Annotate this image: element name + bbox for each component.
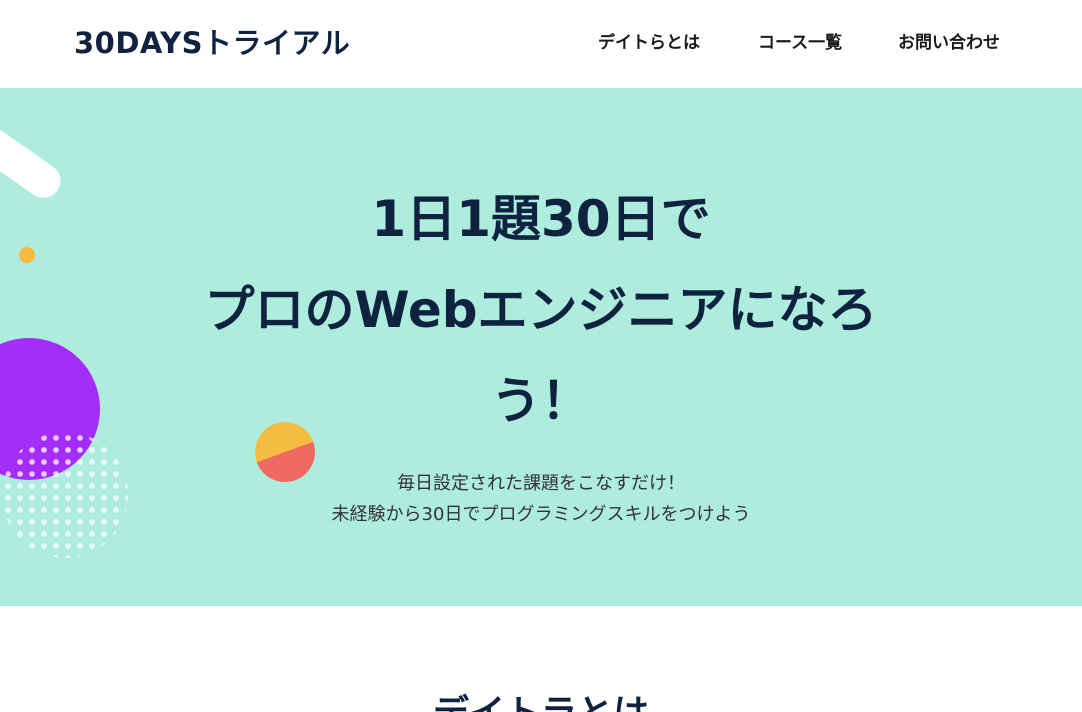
decor-dot-pattern	[2, 432, 128, 558]
decor-white-pill	[0, 121, 68, 205]
hero-title-line: う！	[491, 372, 591, 430]
decor-yellow-dot	[19, 247, 35, 263]
site-logo[interactable]: 30DAYSトライアル	[74, 20, 350, 62]
hero-title-line: プロのWebエンジニアになろ	[204, 281, 878, 339]
site-header: 30DAYSトライアル デイトらとは コース一覧 お問い合わせ	[0, 0, 1082, 88]
hero-subtitle-line: 未経験から30日でプログラミングスキルをつけよう	[331, 504, 751, 525]
hero-subtitle: 毎日設定された課題をこなすだけ！ 未経験から30日でプログラミングスキルをつけよ…	[140, 468, 942, 530]
page: 30DAYSトライアル デイトらとは コース一覧 お問い合わせ 1日1題30日で…	[0, 0, 1082, 712]
hero-title-line: 1日1題30日で	[371, 190, 711, 248]
section-heading-about: デイトラとは	[0, 684, 1082, 712]
hero-title: 1日1題30日で プロのWebエンジニアになろ う！	[120, 174, 962, 447]
hero-subtitle-line: 毎日設定された課題をこなすだけ！	[397, 473, 685, 494]
hero-section: 1日1題30日で プロのWebエンジニアになろ う！ 毎日設定された課題をこなす…	[0, 88, 1082, 606]
nav-link-courses[interactable]: コース一覧	[758, 28, 842, 53]
nav-link-contact[interactable]: お問い合わせ	[898, 28, 1000, 53]
nav-link-about[interactable]: デイトらとは	[598, 28, 700, 53]
